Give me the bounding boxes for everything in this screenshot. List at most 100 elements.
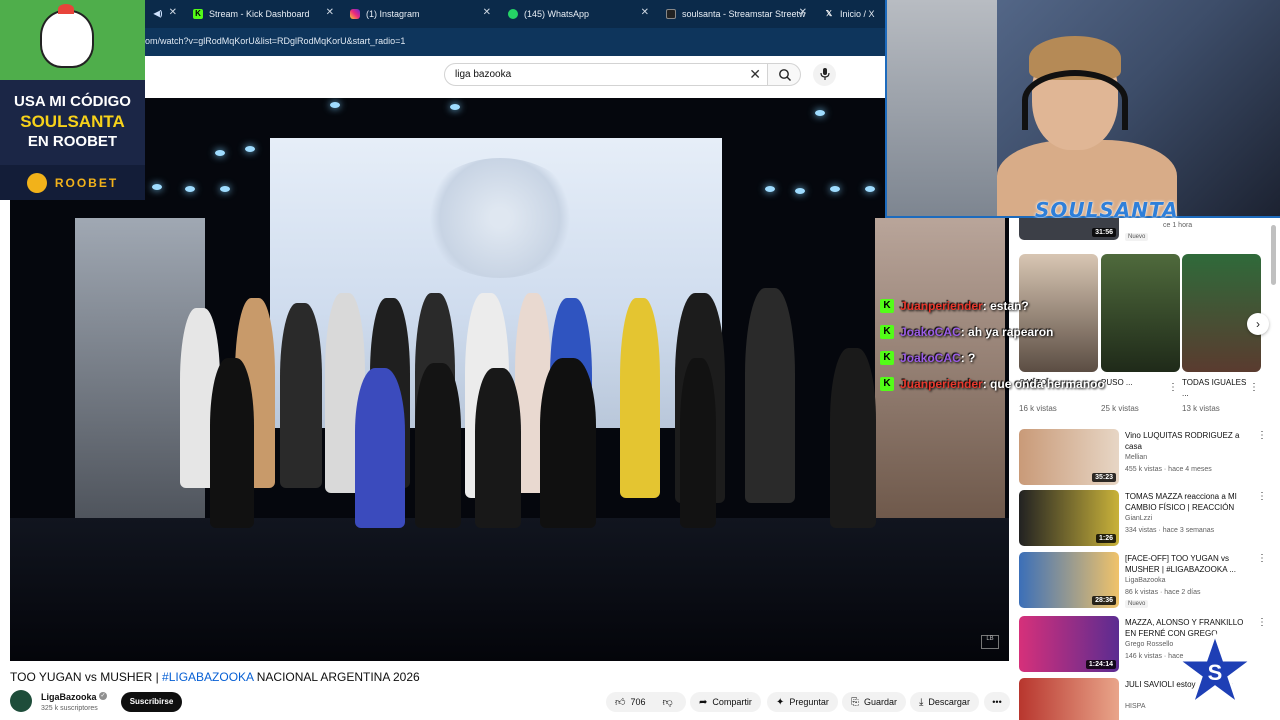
- shorts-title[interactable]: TODAS IGUALES ...: [1182, 377, 1250, 401]
- shorts-views: 25 k vistas: [1101, 404, 1139, 413]
- new-badge: Nuevo: [1125, 233, 1149, 241]
- kick-badge-icon: K: [880, 299, 894, 313]
- tab-kick-dashboard[interactable]: K Stream - Kick Dashboard ✕: [185, 4, 340, 24]
- more-options-icon[interactable]: ⋮: [1257, 617, 1267, 628]
- stage-light: [185, 186, 195, 192]
- video-channel[interactable]: Mellian: [1125, 454, 1147, 461]
- stage-light: [330, 102, 340, 108]
- tab-instagram[interactable]: (1) Instagram ✕: [342, 4, 497, 24]
- close-tab-icon[interactable]: ✕: [799, 7, 807, 18]
- webcam-overlay: [885, 0, 1280, 218]
- video-duration: 31:56: [1092, 228, 1116, 237]
- webcam-background: [887, 0, 997, 216]
- more-options-icon[interactable]: ⋮: [1168, 382, 1178, 393]
- video-duration: 1:26: [1095, 534, 1116, 543]
- hashtag-link[interactable]: #LIGABAZOOKA: [162, 670, 253, 684]
- close-tab-icon[interactable]: ✕: [483, 7, 491, 18]
- video-title[interactable]: Vino LUQUITAS RODRIGUEZ a casa: [1125, 430, 1247, 452]
- channel-avatar[interactable]: [10, 690, 32, 712]
- chat-username: Juanperiender: [900, 299, 983, 313]
- video-meta: 334 vistas · hace 3 semanas: [1125, 527, 1215, 534]
- shorts-thumbnail[interactable]: [1182, 254, 1261, 372]
- thumbs-up-icon[interactable]: 👍︎: [615, 696, 625, 708]
- more-options-icon[interactable]: ⋮: [1249, 382, 1259, 393]
- video-thumbnail[interactable]: [1019, 678, 1119, 720]
- shorts-card[interactable]: PUSO ... 25 k vistas ⋮: [1101, 254, 1180, 413]
- roobet-brand-name: ROOBET: [54, 175, 119, 190]
- close-tab-icon[interactable]: ✕: [169, 7, 177, 18]
- thumbs-down-icon[interactable]: 👎︎: [662, 696, 672, 708]
- like-dislike-button[interactable]: 👍︎ 706 👎︎: [606, 692, 686, 712]
- search-input[interactable]: liga bazooka ✕: [444, 63, 768, 86]
- tab-whatsapp[interactable]: (145) WhatsApp ✕: [500, 4, 655, 24]
- x-icon: 𝕏: [825, 9, 833, 18]
- more-horizontal-icon: •••: [992, 697, 1002, 707]
- save-button[interactable]: ⎘ Guardar: [842, 692, 907, 712]
- video-thumbnail[interactable]: 28:36: [1019, 552, 1119, 608]
- more-actions-button[interactable]: •••: [984, 692, 1010, 712]
- ask-button[interactable]: ✦ Preguntar: [767, 692, 838, 712]
- search-query[interactable]: liga bazooka: [455, 69, 511, 80]
- performer: [620, 298, 660, 498]
- download-icon: ⤓: [919, 696, 924, 708]
- video-title-prefix: TOO YUGAN vs MUSHER |: [10, 670, 163, 684]
- video-thumbnail[interactable]: 1:26: [1019, 490, 1119, 546]
- video-title[interactable]: [FACE-OFF] TOO YUGAN vs MUSHER | #LIGABA…: [1125, 553, 1247, 575]
- performer: [540, 358, 596, 528]
- tab-youtube[interactable]: ◀) ✕: [145, 4, 183, 24]
- video-channel[interactable]: HISPA: [1125, 703, 1146, 710]
- recommended-video[interactable]: 35:23 Vino LUQUITAS RODRIGUEZ a casa Mel…: [1019, 429, 1277, 487]
- clear-search-icon[interactable]: ✕: [749, 66, 761, 83]
- video-channel[interactable]: LigaBazooka: [1125, 577, 1165, 584]
- url-text[interactable]: om/watch?v=glRodMqKorU&list=RDglRodMqKor…: [145, 36, 405, 46]
- more-options-icon[interactable]: ⋮: [1257, 553, 1267, 564]
- chat-username: JoakoCAC: [900, 325, 961, 339]
- close-tab-icon[interactable]: ✕: [326, 7, 334, 18]
- shorts-next-button[interactable]: ›: [1247, 313, 1269, 335]
- search-button[interactable]: [767, 63, 801, 86]
- stage-light: [830, 186, 840, 192]
- video-title[interactable]: TOMAS MAZZA reacciona a MI CAMBIO FÍSICO…: [1125, 491, 1247, 513]
- search-icon: [779, 69, 791, 81]
- share-button[interactable]: ➦ Compartir: [690, 692, 761, 712]
- recommended-video[interactable]: 1:26 TOMAS MAZZA reacciona a MI CAMBIO F…: [1019, 490, 1277, 548]
- channel-name[interactable]: LigaBazooka: [41, 692, 97, 702]
- shorts-title[interactable]: PUSO ...: [1101, 377, 1169, 401]
- stage-light: [152, 184, 162, 190]
- video-thumbnail[interactable]: 1:24:14: [1019, 616, 1119, 672]
- subscribe-button[interactable]: Suscribirse: [121, 692, 182, 712]
- video-channel[interactable]: Grego Rossello: [1125, 641, 1173, 648]
- performer: [475, 368, 521, 528]
- download-button[interactable]: ⤓ Descargar: [910, 692, 979, 712]
- tab-title: (1) Instagram: [366, 9, 420, 19]
- video-thumbnail[interactable]: 35:23: [1019, 429, 1119, 485]
- star-logo-icon: S: [1175, 630, 1255, 709]
- shorts-card[interactable]: TODAS IGUALES ... 13 k vistas ⋮: [1182, 254, 1261, 413]
- kick-icon: K: [193, 9, 203, 19]
- tab-streamstar[interactable]: soulsanta - Streamstar Streetw ✕: [658, 4, 813, 24]
- sidebar-scrollbar[interactable]: [1271, 225, 1276, 285]
- shorts-thumbnail[interactable]: [1101, 254, 1180, 372]
- streamstar-icon: [666, 9, 676, 19]
- video-duration: 35:23: [1092, 473, 1116, 482]
- promo-code: SOULSANTA: [20, 112, 125, 131]
- video-player[interactable]: LB: [10, 98, 1009, 661]
- video-thumbnail[interactable]: 31:56: [1019, 218, 1119, 240]
- more-options-icon[interactable]: ⋮: [1257, 491, 1267, 502]
- performer: [280, 303, 322, 488]
- close-tab-icon[interactable]: ✕: [641, 7, 649, 18]
- recommended-video[interactable]: 28:36 [FACE-OFF] TOO YUGAN vs MUSHER | #…: [1019, 552, 1277, 610]
- chat-username: Juanperiender: [900, 377, 983, 391]
- tab-title: Stream - Kick Dashboard: [209, 9, 310, 19]
- tab-x[interactable]: 𝕏 Inicio / X: [816, 4, 885, 24]
- performer: [210, 358, 254, 528]
- video-channel[interactable]: GianLzzi: [1125, 515, 1152, 522]
- screen-face-graphic: [420, 158, 580, 278]
- more-options-icon[interactable]: ⋮: [1257, 430, 1267, 441]
- shorts-thumbnail[interactable]: [1019, 254, 1098, 372]
- tab-title: (145) WhatsApp: [524, 9, 590, 19]
- share-icon: ➦: [699, 696, 708, 708]
- voice-search-button[interactable]: [813, 63, 836, 86]
- bookmark-icon: ⎘: [851, 696, 859, 708]
- roobet-brand: ROOBET: [0, 165, 145, 200]
